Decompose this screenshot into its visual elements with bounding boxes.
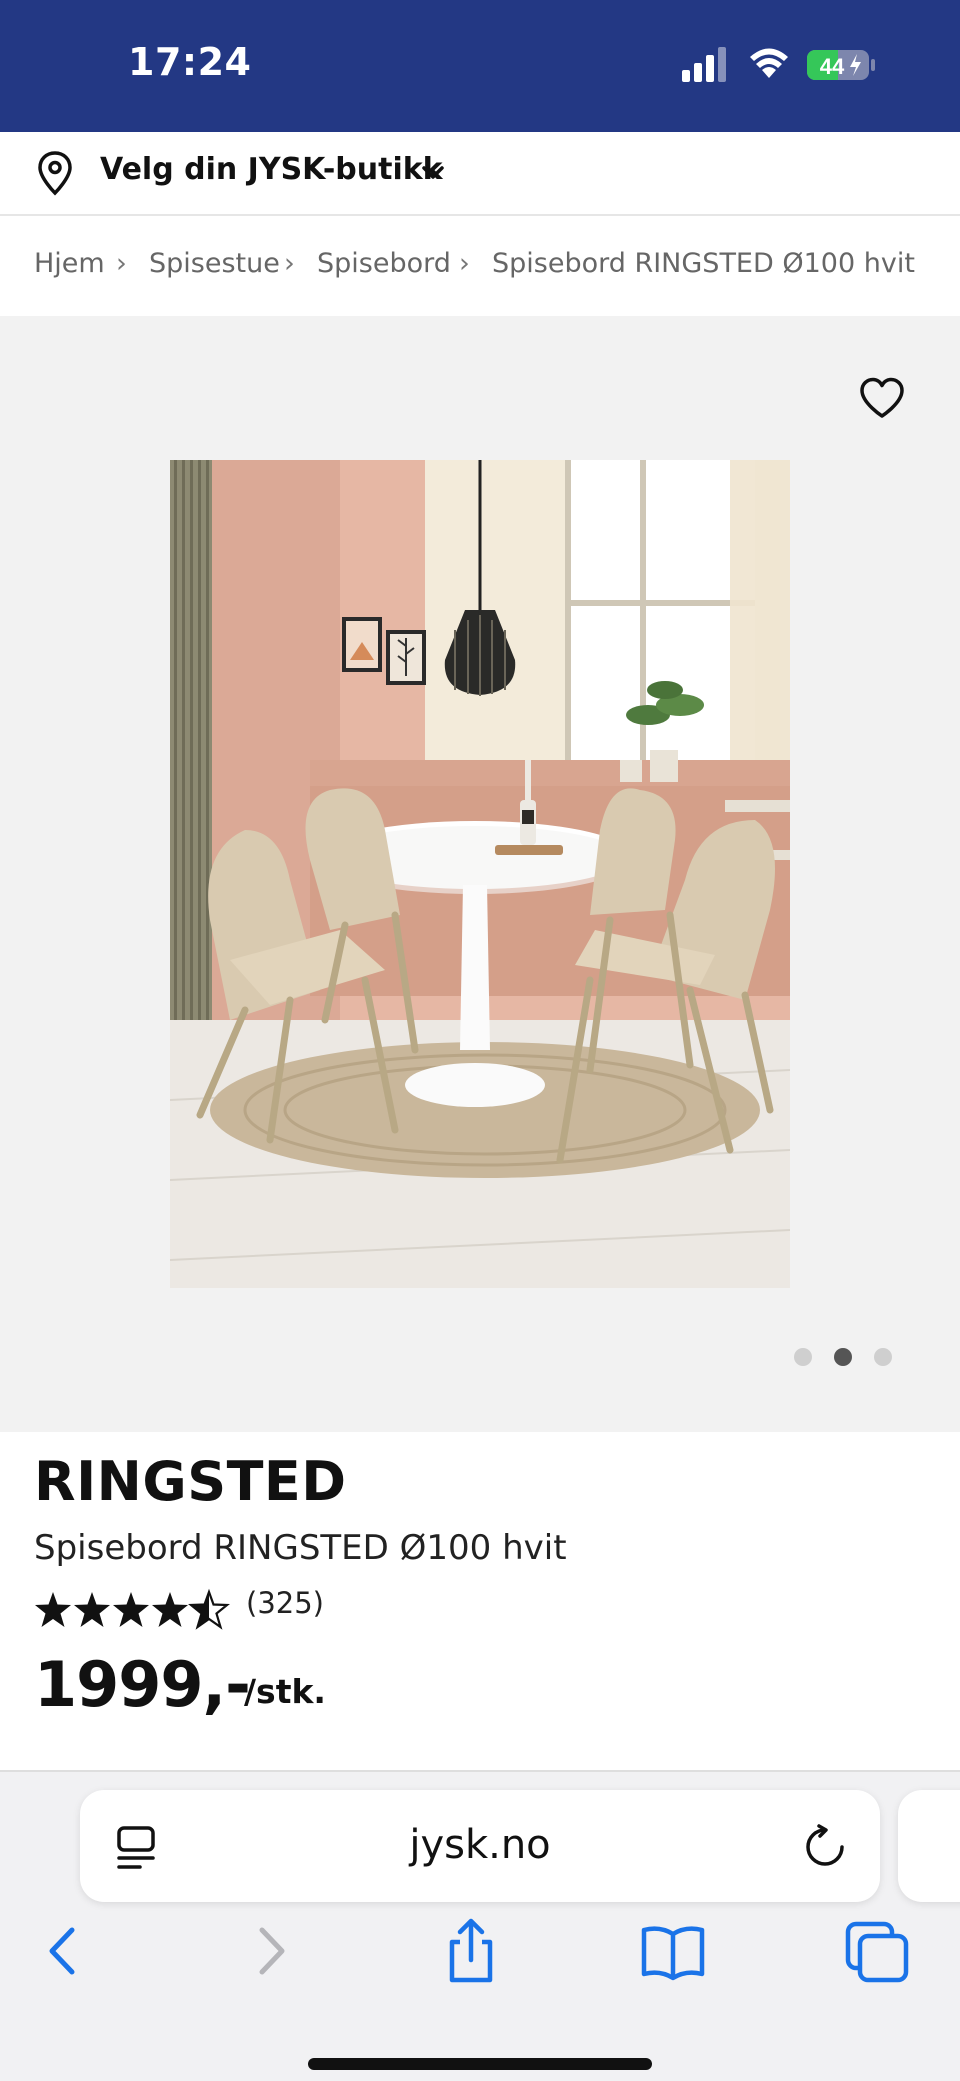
product-price: 1999,- xyxy=(34,1648,251,1721)
address-bar[interactable]: jysk.no xyxy=(80,1790,880,1902)
star-icon xyxy=(35,1592,71,1627)
pagination-dot[interactable] xyxy=(794,1348,812,1366)
breadcrumb: Hjem › Spisestue › Spisebord › Spisebord… xyxy=(0,218,960,316)
gallery-pagination xyxy=(794,1348,894,1368)
half-star-icon xyxy=(189,1590,229,1629)
star-icon xyxy=(152,1592,188,1627)
bookmarks-icon[interactable] xyxy=(638,1918,708,1984)
chevron-down-icon xyxy=(422,166,444,179)
product-brand: RINGSTED xyxy=(34,1450,347,1513)
reload-icon[interactable] xyxy=(802,1824,848,1870)
breadcrumb-item-current: Spisebord RINGSTED Ø100 hvit xyxy=(492,248,915,279)
breadcrumb-separator: › xyxy=(284,248,295,279)
share-icon[interactable] xyxy=(436,1918,506,1984)
heart-icon[interactable] xyxy=(858,376,906,420)
status-bar: 17:24 44 xyxy=(0,0,960,132)
product-gallery[interactable] xyxy=(0,316,960,1432)
cellular-signal-icon xyxy=(682,47,726,82)
product-info: RINGSTED Spisebord RINGSTED Ø100 hvit (3… xyxy=(0,1432,960,1770)
url-text[interactable]: jysk.no xyxy=(80,1822,880,1868)
rating-count[interactable]: (325) xyxy=(246,1586,324,1620)
tabs-icon[interactable] xyxy=(842,1918,912,1984)
product-name: Spisebord RINGSTED Ø100 hvit xyxy=(34,1528,567,1568)
rating-stars[interactable] xyxy=(34,1588,234,1630)
wifi-icon xyxy=(750,48,788,78)
store-selector-label: Velg din JYSK-butikk xyxy=(100,152,443,187)
forward-icon[interactable] xyxy=(236,1918,306,1984)
breadcrumb-item-home[interactable]: Hjem xyxy=(34,248,105,279)
star-icon xyxy=(74,1592,110,1627)
breadcrumb-separator: › xyxy=(459,248,470,279)
back-icon[interactable] xyxy=(28,1918,98,1984)
status-time: 17:24 xyxy=(128,40,252,84)
next-tab-preview[interactable] xyxy=(898,1790,960,1902)
battery-level: 44 xyxy=(820,54,845,79)
location-pin-icon xyxy=(38,151,72,196)
home-indicator xyxy=(308,2058,652,2070)
price-unit: /stk. xyxy=(244,1672,326,1711)
pagination-dot[interactable] xyxy=(874,1348,892,1366)
store-selector[interactable]: Velg din JYSK-butikk xyxy=(0,132,960,216)
breadcrumb-item-dining-tables[interactable]: Spisebord xyxy=(317,248,451,279)
battery-icon: 44 xyxy=(807,50,875,80)
product-image[interactable] xyxy=(170,460,790,1288)
pagination-dot-active[interactable] xyxy=(834,1348,852,1366)
breadcrumb-separator: › xyxy=(116,248,127,279)
star-icon xyxy=(113,1592,149,1627)
browser-toolbar: jysk.no xyxy=(0,1770,960,2081)
breadcrumb-item-dining-room[interactable]: Spisestue xyxy=(149,248,280,279)
